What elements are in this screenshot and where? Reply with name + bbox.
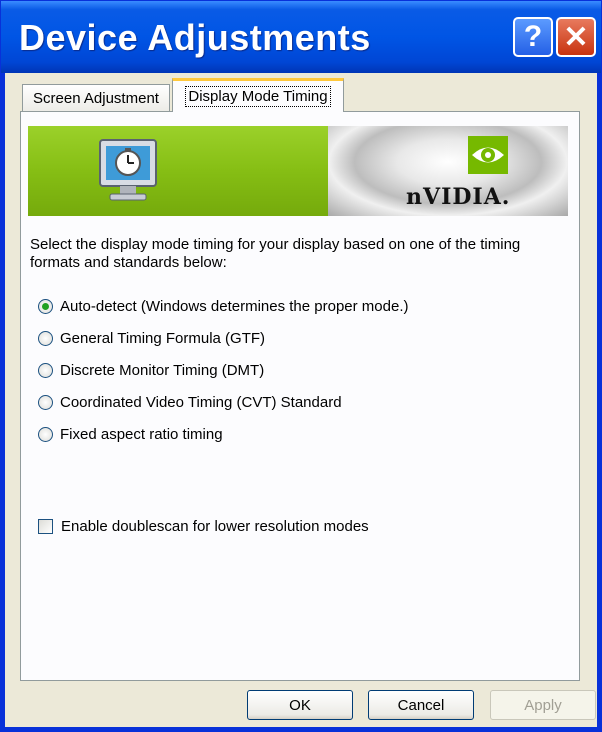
tab-screen-adjustment[interactable]: Screen Adjustment [22, 84, 170, 112]
radio-label: Coordinated Video Timing (CVT) Standard [60, 393, 342, 411]
radio-button[interactable] [38, 330, 53, 346]
radio-label: General Timing Formula (GTF) [60, 329, 266, 347]
doublescan-label: Enable doublescan for lower resolution m… [61, 517, 369, 535]
radio-auto-detect[interactable]: Auto-detect (Windows determines the prop… [38, 296, 409, 316]
nvidia-banner: nVIDIA. [28, 126, 568, 216]
radio-button[interactable] [38, 362, 53, 378]
tab-display-mode-timing[interactable]: Display Mode Timing [172, 78, 344, 112]
radio-button-selected[interactable] [38, 298, 53, 314]
radio-cvt[interactable]: Coordinated Video Timing (CVT) Standard [38, 392, 342, 412]
radio-fixed-aspect[interactable]: Fixed aspect ratio timing [38, 424, 223, 444]
window-title: Device Adjustments [19, 17, 371, 58]
radio-label: Discrete Monitor Timing (DMT) [60, 361, 265, 379]
radio-label: Fixed aspect ratio timing [60, 425, 223, 443]
nvidia-brand-text: nVIDIA. [406, 184, 511, 210]
nvidia-eye-logo [468, 136, 508, 174]
radio-label: Auto-detect (Windows determines the prop… [60, 297, 409, 315]
tab-label: Display Mode Timing [185, 86, 331, 107]
apply-button[interactable]: Apply [490, 690, 596, 720]
titlebar: Device Adjustments ? ✕ [1, 1, 601, 73]
description-text: Select the display mode timing for your … [30, 236, 521, 271]
help-button[interactable]: ? [513, 17, 553, 57]
radio-button[interactable] [38, 394, 53, 410]
ok-button[interactable]: OK [247, 690, 353, 720]
close-button[interactable]: ✕ [556, 17, 596, 57]
radio-gtf[interactable]: General Timing Formula (GTF) [38, 328, 265, 348]
radio-dmt[interactable]: Discrete Monitor Timing (DMT) [38, 360, 264, 380]
doublescan-checkbox-row[interactable]: Enable doublescan for lower resolution m… [38, 516, 369, 536]
radio-button[interactable] [38, 426, 53, 442]
doublescan-checkbox[interactable] [38, 518, 53, 534]
monitor-timer-icon [99, 139, 157, 201]
cancel-button[interactable]: Cancel [368, 690, 474, 720]
